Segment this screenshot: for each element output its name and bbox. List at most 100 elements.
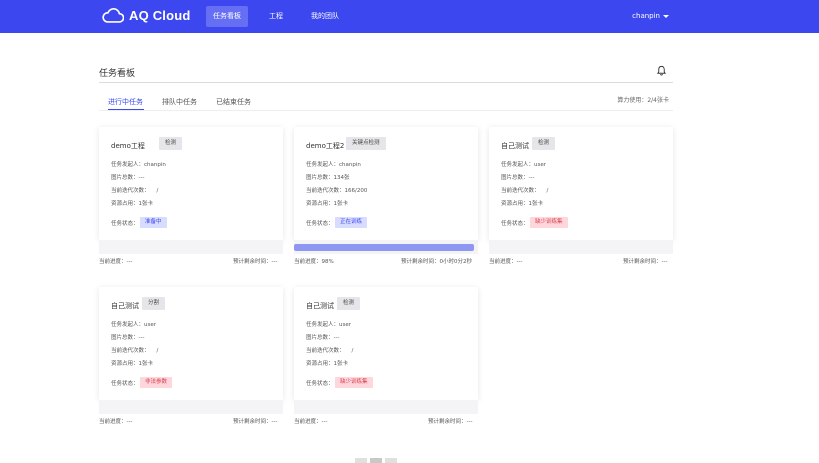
image-count-label: 图片总数： [111,175,139,181]
top-navigation-bar: AQ Cloud 任务看板 工程 我的团队 chanpin [0,0,819,33]
status-badge: 正在训练 [335,217,368,228]
status-label: 任务状态： [111,381,139,387]
progress-bar [294,244,474,251]
remaining-value: 0小时0分2秒 [439,259,473,265]
task-card[interactable]: 自己测试 分割 任务发起人：user 图片总数：--- 当前迭代次数： / 资源… [99,287,283,400]
pagination-next[interactable] [385,458,397,463]
progress-label: 当前进度： [99,259,127,265]
cloud-icon [102,8,124,23]
initiator-value: user [339,322,352,328]
task-name: demo工程 [111,142,145,150]
task-name: 自己测试 [111,302,139,310]
remaining-value: --- [271,259,278,265]
resources-row: 资源占用：1张卡 [111,199,153,207]
task-type-tag: 检测 [337,297,361,310]
resources-row: 资源占用：1张卡 [501,199,543,207]
page-title: 任务看板 [99,69,136,79]
progress-value: --- [516,259,523,265]
image-count-label: 图片总数： [306,335,334,341]
pagination-current[interactable] [370,458,382,463]
status-badge: 缺少训练集 [530,217,568,228]
pagination-prev[interactable] [355,458,367,463]
nav-task-board[interactable]: 任务看板 [206,6,248,27]
user-menu[interactable]: chanpin [632,6,669,27]
task-card[interactable]: demo工程2 关键点检测 任务发起人：chanpin 图片总数：134张 当前… [294,127,478,240]
remaining-label: 预计剩余时间： [623,259,662,265]
image-count-row: 图片总数：--- [501,173,534,181]
progress-label: 当前进度： [489,259,517,265]
remaining-label: 预计剩余时间： [401,259,440,265]
remaining-label: 预计剩余时间： [233,419,272,425]
resources-row: 资源占用：1张卡 [306,199,348,207]
compute-usage: 算力使用：2/4张卡 [617,97,669,104]
iteration-label: 当前迭代次数： [111,188,150,194]
resources-label: 资源占用： [306,361,334,367]
initiator-value: user [534,162,547,168]
remaining-value: --- [271,419,278,425]
remaining-time-text: 预计剩余时间：--- [233,257,277,265]
initiator-row: 任务发起人：user [501,160,546,168]
initiator-label: 任务发起人： [306,162,340,168]
remaining-label: 预计剩余时间： [428,419,467,425]
logo-text: AQ Cloud [129,8,191,23]
remaining-time-text: 预计剩余时间：0小时0分2秒 [401,257,472,265]
card-footer [99,240,283,254]
resources-label: 资源占用： [501,201,529,207]
iteration-value: / [344,348,354,354]
chevron-down-icon [663,14,669,18]
status-badge: 准备中 [140,217,167,228]
task-type-tag: 分割 [142,297,166,310]
task-card[interactable]: 自己测试 检测 任务发起人：user 图片总数：--- 当前迭代次数： / 资源… [489,127,673,240]
nav-projects[interactable]: 工程 [262,6,290,27]
iteration-value: / [149,188,159,194]
remaining-time-text: 预计剩余时间：--- [623,257,667,265]
resources-label: 资源占用： [111,361,139,367]
task-type-tag: 检测 [159,137,183,150]
task-type-tag: 检测 [532,137,556,150]
task-name: 自己测试 [306,302,334,310]
progress-text: 当前进度：98% [294,257,334,265]
image-count-row: 图片总数：--- [111,333,144,341]
tab-finished-tasks[interactable]: 已结束任务 [216,97,251,107]
progress-value: --- [126,259,133,265]
app-logo[interactable]: AQ Cloud [102,8,191,23]
initiator-row: 任务发起人：chanpin [111,160,166,168]
task-card[interactable]: 自己测试 检测 任务发起人：user 图片总数：--- 当前迭代次数： / 资源… [294,287,478,400]
resources-value: 1张卡 [333,201,349,207]
bell-icon[interactable] [656,65,667,76]
resources-value: 1张卡 [528,201,544,207]
progress-label: 当前进度： [294,419,322,425]
resources-label: 资源占用： [306,201,334,207]
resources-value: 1张卡 [138,201,154,207]
image-count-label: 图片总数： [306,175,334,181]
progress-value: 98% [321,259,334,265]
progress-text: 当前进度：--- [99,257,132,265]
status-badge: 缺少训练集 [335,377,373,388]
iteration-row: 当前迭代次数： / [111,346,158,354]
iteration-label: 当前迭代次数： [111,348,150,354]
status-label: 任务状态： [306,381,334,387]
tab-running-tasks[interactable]: 进行中任务 [108,97,143,107]
remaining-time-text: 预计剩余时间：--- [428,417,472,425]
status-label: 任务状态： [306,221,334,227]
iteration-row: 当前迭代次数：166/200 [306,186,367,194]
initiator-value: chanpin [339,162,361,168]
image-count-label: 图片总数： [501,175,529,181]
task-type-tag: 关键点检测 [346,137,386,150]
initiator-row: 任务发起人：user [111,320,156,328]
image-count-label: 图片总数： [111,335,139,341]
remaining-time-text: 预计剩余时间：--- [233,417,277,425]
iteration-label: 当前迭代次数： [501,188,540,194]
remaining-value: --- [661,259,668,265]
resources-row: 资源占用：1张卡 [111,359,153,367]
status-badge: 非法参数 [140,377,173,388]
tab-divider [99,110,673,111]
remaining-label: 预计剩余时间： [233,259,272,265]
progress-text: 当前进度：--- [294,417,327,425]
image-count-value: --- [333,335,340,341]
tab-queued-tasks[interactable]: 排队中任务 [162,97,197,107]
image-count-value: --- [138,175,145,181]
task-card[interactable]: demo工程 检测 任务发起人：chanpin 图片总数：--- 当前迭代次数：… [99,127,283,240]
nav-my-team[interactable]: 我的团队 [304,6,346,27]
task-name: demo工程2 [306,142,345,150]
